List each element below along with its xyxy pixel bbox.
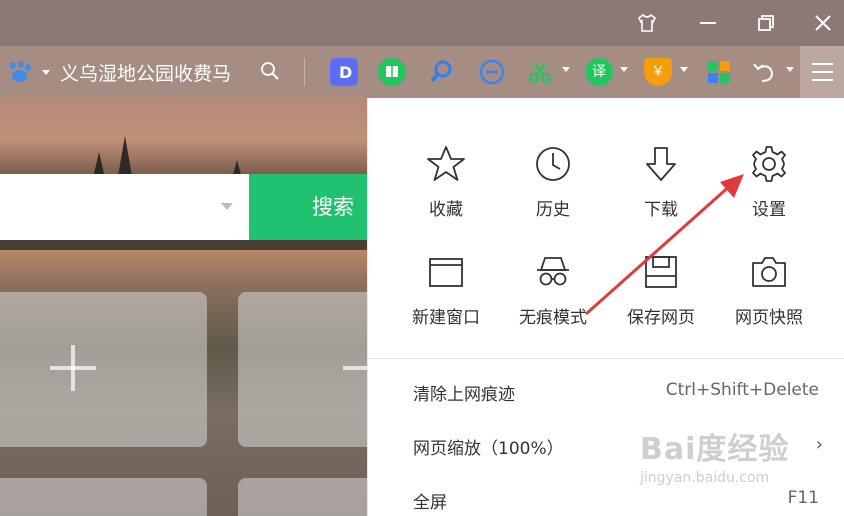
scissors-extension-icon[interactable]	[526, 58, 554, 86]
skin-icon[interactable]	[632, 8, 662, 38]
gear-icon	[749, 144, 789, 184]
close-icon[interactable]	[808, 8, 838, 38]
restore-icon[interactable]	[751, 8, 781, 38]
toolbar: 义乌湿地公园收费马 D 译 ￥	[0, 46, 844, 98]
watermark-url: jingyan.baidu.com	[640, 470, 770, 486]
translate-dropdown-icon[interactable]	[620, 67, 628, 72]
shield-extension-icon[interactable]: ￥	[644, 58, 672, 86]
toolbar-separator	[304, 58, 305, 86]
menu-fullscreen-label: 全屏	[413, 493, 447, 513]
reader-extension-icon[interactable]	[378, 58, 406, 86]
annotation-arrow	[585, 174, 744, 316]
minus-extension-icon[interactable]	[478, 58, 506, 86]
clock-icon	[533, 144, 573, 184]
doc-extension-icon[interactable]: D	[330, 58, 358, 86]
search-extension-icon[interactable]	[428, 58, 456, 86]
search-icon[interactable]	[260, 61, 280, 81]
chevron-down-icon[interactable]	[221, 203, 233, 210]
watermark: Bai度经验 jingyan.baidu.com	[640, 424, 840, 504]
menu-new-window[interactable]: 新建窗口	[392, 252, 500, 328]
undo-dropdown-icon[interactable]	[786, 67, 794, 72]
scissors-dropdown-icon[interactable]	[562, 67, 570, 72]
apps-extension-icon[interactable]	[705, 58, 733, 86]
star-icon	[426, 144, 466, 184]
search-query-text: 义乌湿地公园收费马	[60, 62, 232, 85]
quick-access-tile[interactable]	[0, 292, 207, 447]
menu-favorites[interactable]: 收藏	[392, 144, 500, 220]
menu-clear-history-label: 清除上网痕迹	[413, 385, 515, 405]
page-search-button[interactable]: 搜索	[249, 174, 369, 240]
engine-dropdown-icon[interactable]	[42, 69, 50, 75]
address-search-box[interactable]: 义乌湿地公园收费马	[8, 58, 231, 86]
menu-favorites-label: 收藏	[429, 200, 463, 220]
shortcut-text: Ctrl+Shift+Delete	[665, 380, 819, 400]
menu-zoom-label: 网页缩放（100%）	[413, 439, 564, 459]
title-bar	[0, 0, 844, 46]
window-icon	[426, 252, 466, 292]
minimize-icon[interactable]	[693, 8, 723, 38]
menu-divider	[368, 358, 844, 359]
quick-access-tile[interactable]	[0, 478, 207, 516]
quick-access-tile[interactable]	[238, 478, 378, 516]
page-search-input[interactable]	[0, 174, 249, 240]
translate-extension-icon[interactable]: 译	[585, 58, 613, 86]
undo-icon[interactable]	[750, 58, 778, 86]
svg-text:D: D	[339, 63, 352, 82]
menu-new-window-label: 新建窗口	[412, 308, 480, 328]
camera-icon	[749, 252, 789, 292]
watermark-brand: Bai度经验	[640, 432, 790, 467]
quick-access-tile[interactable]	[238, 292, 378, 447]
tree-decoration	[118, 136, 132, 176]
main-menu-button[interactable]	[800, 46, 844, 98]
shield-dropdown-icon[interactable]	[680, 67, 688, 72]
menu-clear-history[interactable]: 清除上网痕迹 Ctrl+Shift+Delete	[413, 380, 823, 410]
incognito-icon	[533, 252, 573, 292]
baidu-paw-icon[interactable]	[8, 61, 34, 83]
